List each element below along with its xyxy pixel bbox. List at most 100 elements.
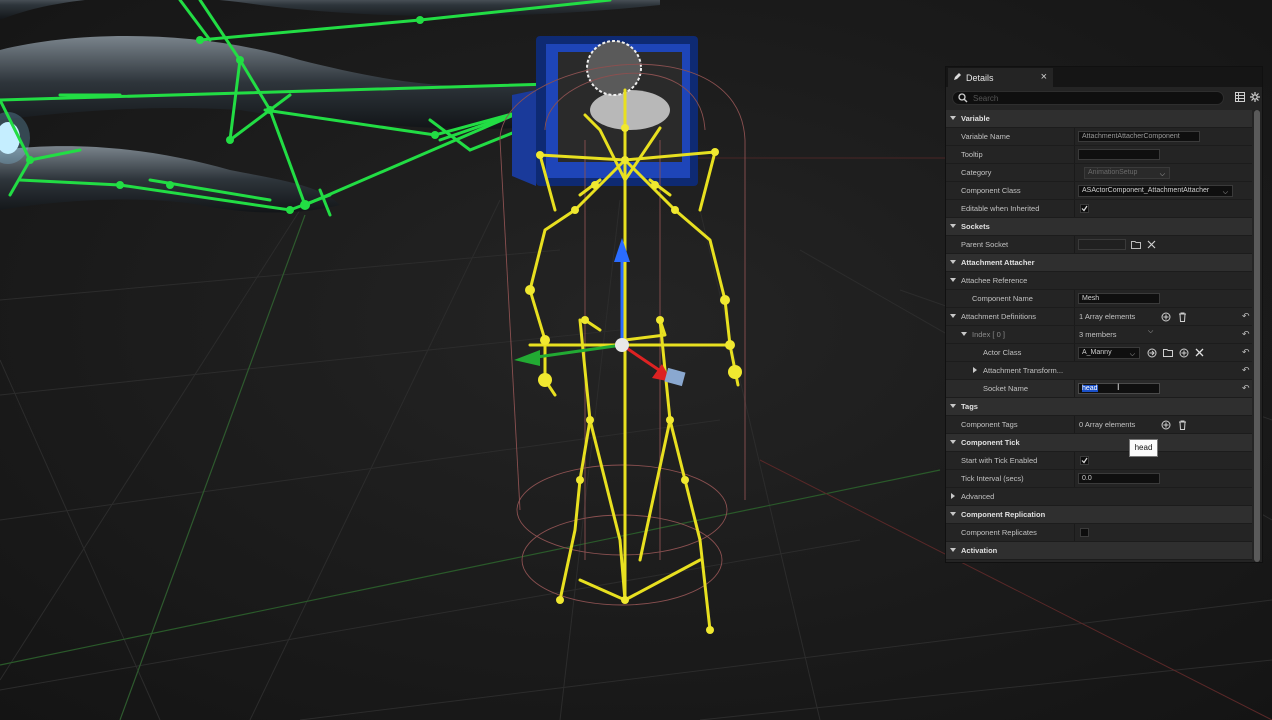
category-component-tick[interactable]: Component Tick — [946, 434, 1252, 452]
collapse-arrow-icon[interactable] — [950, 404, 956, 408]
tooltip-field[interactable] — [1078, 149, 1160, 160]
expand-arrow-icon[interactable] — [961, 332, 967, 336]
category-tags-title: Tags — [961, 402, 978, 411]
collapse-arrow-icon[interactable] — [950, 548, 956, 552]
expand-arrow-icon[interactable] — [950, 314, 956, 318]
use-selected-icon[interactable] — [1147, 348, 1157, 360]
collapse-arrow-icon[interactable] — [950, 224, 956, 228]
collapse-arrow-icon[interactable] — [950, 260, 956, 264]
category-component-tick-title: Component Tick — [961, 438, 1020, 447]
add-element-icon[interactable] — [1161, 312, 1171, 324]
attachment-transform-label: Attachment Transform... — [983, 366, 1064, 375]
checkmark-icon — [1081, 205, 1088, 212]
component-replicates-checkbox[interactable] — [1080, 528, 1089, 537]
reset-to-default-icon[interactable]: ↶ — [1242, 330, 1250, 339]
delete-all-icon[interactable] — [1178, 420, 1187, 432]
start-with-tick-checkbox[interactable] — [1080, 456, 1089, 465]
component-name-label: Component Name — [972, 294, 1033, 303]
chevron-down-icon: ⌵ — [1159, 171, 1165, 178]
checkmark-icon — [1081, 457, 1088, 464]
category-combo[interactable]: AnimationSetup ⌵ — [1084, 167, 1170, 179]
details-scrollbar[interactable] — [1254, 110, 1260, 562]
property-row-component-class: Component Class ASActorComponent_Attachm… — [946, 182, 1252, 200]
index-0-label: Index [ 0 ] — [972, 330, 1005, 339]
view-options-icon[interactable] — [1235, 92, 1245, 104]
reset-to-default-icon[interactable]: ↶ — [1242, 348, 1250, 357]
browse-folder-icon[interactable] — [1163, 348, 1173, 359]
property-rows: Variable Variable Name AttachmentAttache… — [946, 110, 1252, 560]
category-variable[interactable]: Variable — [946, 110, 1252, 128]
property-row-component-replicates: Component Replicates — [946, 524, 1252, 542]
attachment-definitions-count: 1 Array elements — [1079, 312, 1136, 321]
reset-to-default-icon[interactable]: ↶ — [1242, 384, 1250, 393]
actor-class-combo[interactable]: A_Manny ⌵ — [1078, 347, 1140, 359]
collapse-arrow-icon[interactable] — [950, 116, 956, 120]
tick-interval-label: Tick Interval (secs) — [961, 474, 1024, 483]
settings-icon[interactable] — [1250, 92, 1260, 104]
property-row-attachment-definitions: Attachment Definitions 1 Array elements … — [946, 308, 1252, 326]
category-activation[interactable]: Activation — [946, 542, 1252, 560]
start-with-tick-label: Start with Tick Enabled — [961, 456, 1038, 465]
scrollbar-thumb[interactable] — [1254, 110, 1260, 562]
expand-arrow-icon[interactable] — [950, 278, 956, 282]
delete-all-icon[interactable] — [1178, 312, 1187, 324]
property-row-socket-name: Socket Name head I ↶ — [946, 380, 1252, 398]
close-tab-icon[interactable]: × — [1041, 71, 1047, 83]
search-box[interactable] — [952, 91, 1224, 105]
property-row-actor-class: Actor Class A_Manny ⌵ ↶ — [946, 344, 1252, 362]
category-component-replication[interactable]: Component Replication — [946, 506, 1252, 524]
property-row-component-name: Component Name Mesh — [946, 290, 1252, 308]
property-row-attachment-transform: Attachment Transform... ↶ — [946, 362, 1252, 380]
component-name-field[interactable]: Mesh — [1078, 293, 1160, 304]
property-row-tooltip: Tooltip — [946, 146, 1252, 164]
editable-when-inherited-label: Editable when Inherited — [961, 204, 1040, 213]
search-row — [946, 87, 1262, 109]
tab-details[interactable]: Details × — [948, 68, 1053, 87]
add-element-icon[interactable] — [1161, 420, 1171, 432]
expand-arrow-icon[interactable] — [951, 493, 955, 499]
index-0-members: 3 members — [1079, 330, 1117, 339]
reset-to-default-icon[interactable]: ↶ — [1242, 366, 1250, 375]
component-class-value: ASActorComponent_AttachmentAttacher — [1082, 187, 1210, 194]
collapse-arrow-icon[interactable] — [950, 512, 956, 516]
pencil-icon — [953, 72, 962, 83]
variable-name-field[interactable]: AttachmentAttacherComponent — [1078, 131, 1200, 142]
component-class-combo[interactable]: ASActorComponent_AttachmentAttacher ⌵ — [1078, 185, 1233, 197]
category-attachment-attacher[interactable]: Attachment Attacher — [946, 254, 1252, 272]
editable-when-inherited-checkbox[interactable] — [1080, 204, 1089, 213]
category-label: Category — [961, 168, 992, 177]
socket-name-tooltip: head — [1129, 439, 1158, 457]
category-tags[interactable]: Tags — [946, 398, 1252, 416]
property-row-variable-name: Variable Name AttachmentAttacherComponen… — [946, 128, 1252, 146]
tick-interval-field[interactable]: 0.0 — [1078, 473, 1160, 484]
add-icon[interactable] — [1179, 348, 1189, 360]
property-row-component-tags: Component Tags 0 Array elements — [946, 416, 1252, 434]
attachment-definitions-label: Attachment Definitions — [961, 312, 1037, 321]
property-row-index-0: Index [ 0 ] 3 members ⌵ ↶ — [946, 326, 1252, 344]
tooltip-label: Tooltip — [961, 150, 983, 159]
chevron-down-icon: ⌵ — [1129, 351, 1135, 358]
component-replicates-label: Component Replicates — [961, 528, 1037, 537]
component-tags-count: 0 Array elements — [1079, 420, 1136, 429]
chevron-down-icon[interactable]: ⌵ — [1148, 328, 1248, 336]
parent-socket-field[interactable] — [1078, 239, 1126, 250]
variable-name-label: Variable Name — [961, 132, 1011, 141]
clear-icon[interactable] — [1147, 240, 1156, 251]
component-tags-label: Component Tags — [961, 420, 1018, 429]
category-combo-value: AnimationSetup — [1088, 169, 1138, 176]
blue-box-prop — [512, 36, 698, 186]
property-row-parent-socket: Parent Socket — [946, 236, 1252, 254]
category-variable-title: Variable — [961, 114, 990, 123]
reset-to-default-icon[interactable]: ↶ — [1242, 312, 1250, 321]
expand-arrow-icon[interactable] — [973, 367, 977, 373]
advanced-label: Advanced — [961, 492, 995, 501]
clear-icon[interactable] — [1195, 348, 1204, 359]
collapse-arrow-icon[interactable] — [950, 440, 956, 444]
text-cursor-icon: I — [1117, 382, 1120, 392]
property-row-advanced[interactable]: Advanced — [946, 488, 1252, 506]
tab-details-label: Details — [966, 72, 994, 83]
browse-folder-icon[interactable] — [1131, 240, 1141, 251]
search-icon — [958, 93, 968, 105]
search-input[interactable] — [973, 92, 1213, 104]
category-sockets[interactable]: Sockets — [946, 218, 1252, 236]
